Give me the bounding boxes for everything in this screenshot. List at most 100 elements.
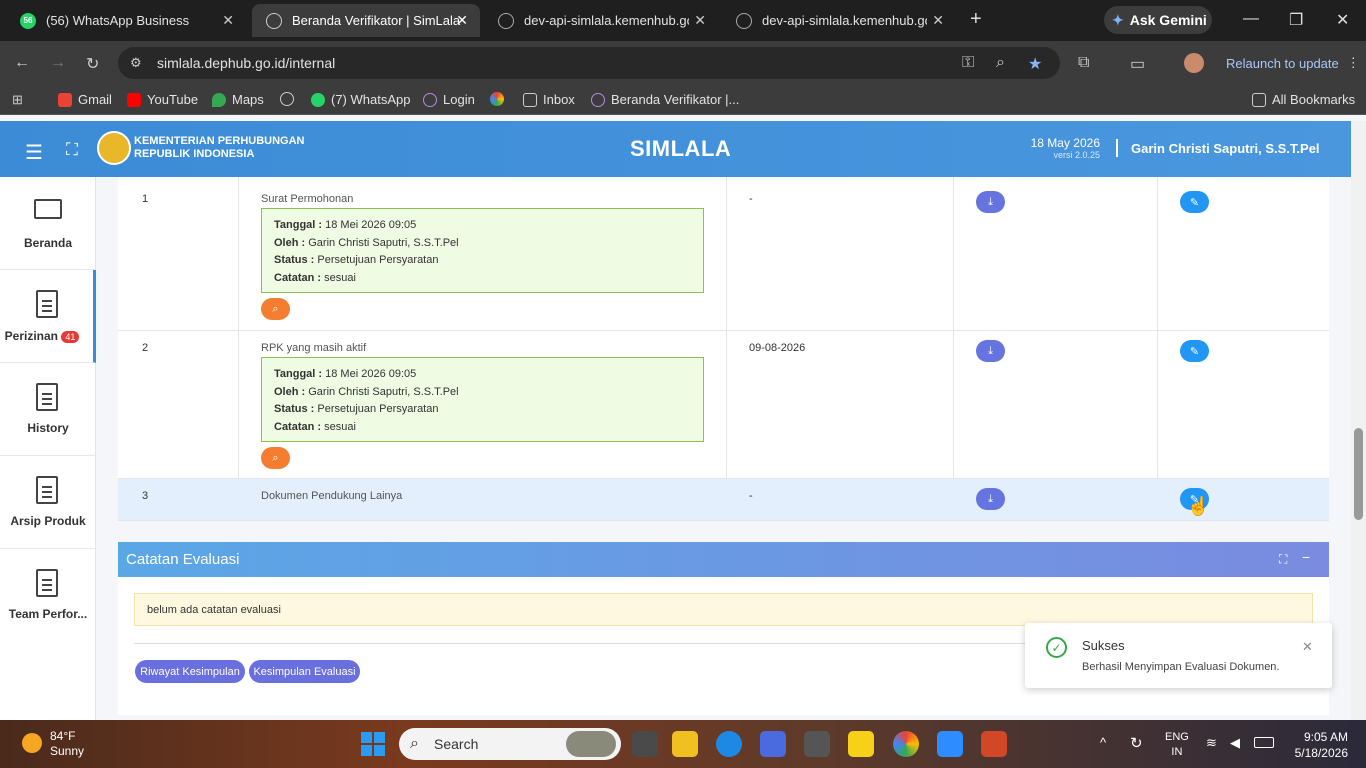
- edit-button[interactable]: ✎: [1180, 191, 1209, 213]
- view-detail-button[interactable]: ⌕: [261, 447, 290, 469]
- sidebar-item-label: Arsip Produk: [10, 514, 86, 528]
- bookmark-beranda[interactable]: Beranda Verifikator |...: [591, 92, 739, 107]
- download-button[interactable]: ⤓: [976, 191, 1005, 213]
- all-bookmarks[interactable]: All Bookmarks: [1252, 92, 1355, 107]
- tab-whatsapp[interactable]: 56 (56) WhatsApp Business ✕: [6, 4, 246, 37]
- chrome-icon[interactable]: [893, 731, 919, 757]
- key-icon[interactable]: ⚿: [962, 54, 974, 72]
- star-icon[interactable]: ★: [1028, 54, 1042, 74]
- kesimpulan-evaluasi-button[interactable]: Kesimpulan Evaluasi: [249, 660, 360, 683]
- globe-icon: [736, 12, 752, 29]
- edit-icon: ✎: [1189, 196, 1200, 209]
- bookmark-label: Inbox: [543, 92, 575, 107]
- org-line-2: REPUBLIK INDONESIA: [134, 147, 255, 160]
- sticky-notes-icon[interactable]: [848, 731, 874, 757]
- avatar[interactable]: [1184, 53, 1204, 73]
- powerpoint-icon[interactable]: [981, 731, 1007, 757]
- apps-icon[interactable]: ⊞: [12, 92, 23, 108]
- zoom-icon[interactable]: ⌕: [996, 54, 1005, 72]
- menu-icon[interactable]: ☰: [25, 140, 43, 165]
- header-user[interactable]: Garin Christi Saputri, S.S.T.Pel: [1131, 141, 1320, 156]
- sidebar-item-beranda[interactable]: Beranda: [0, 177, 96, 270]
- close-icon[interactable]: ✕: [694, 12, 706, 29]
- sidebar-item-history[interactable]: History: [0, 363, 96, 456]
- chevron-up-icon[interactable]: ^: [1100, 735, 1106, 750]
- task-view-icon[interactable]: [632, 731, 658, 757]
- copilot-icon[interactable]: [760, 731, 786, 757]
- document-icon: [36, 476, 58, 504]
- bookmark-photos[interactable]: [490, 92, 504, 106]
- close-icon[interactable]: ✕: [456, 12, 468, 29]
- monitor-icon: [34, 199, 62, 219]
- ask-gemini-button[interactable]: ✦ Ask Gemini: [1104, 6, 1212, 34]
- document-icon: [36, 569, 58, 597]
- label-status: Status :: [274, 254, 315, 266]
- document-date: -: [749, 193, 753, 205]
- sidebar-item-perizinan[interactable]: Perizinan 41: [0, 270, 96, 363]
- collapse-icon[interactable]: −: [1302, 549, 1310, 565]
- camera-icon[interactable]: [804, 731, 830, 757]
- lang-primary: ENG: [1165, 731, 1189, 743]
- youtube-icon: [127, 92, 141, 107]
- bookmark-whatsapp[interactable]: (7) WhatsApp: [311, 92, 410, 107]
- bookmark-label: YouTube: [147, 92, 199, 107]
- language-indicator[interactable]: ENG IN: [1165, 730, 1189, 760]
- expand-icon[interactable]: ⛶: [1279, 552, 1287, 567]
- lang-secondary: IN: [1171, 746, 1183, 758]
- weather-widget[interactable]: 84°F Sunny: [50, 729, 84, 759]
- back-icon[interactable]: ←: [14, 54, 30, 72]
- toast-title: Sukses: [1082, 638, 1125, 653]
- close-icon[interactable]: ✕: [222, 12, 234, 29]
- bookmark-inbox[interactable]: Inbox: [523, 92, 575, 107]
- site-info-icon[interactable]: ⚙: [130, 55, 142, 71]
- new-tab-icon[interactable]: +: [970, 8, 982, 31]
- fullscreen-icon[interactable]: ⛶: [66, 140, 78, 160]
- tab-dev-api-1[interactable]: dev-api-simlala.kemenhub.go.id ✕: [484, 4, 718, 37]
- file-explorer-icon[interactable]: [672, 731, 698, 757]
- extensions-icon[interactable]: ⧉: [1078, 54, 1089, 72]
- relaunch-button[interactable]: Relaunch to update ⋮: [1216, 47, 1360, 79]
- restore-icon[interactable]: ❐: [1289, 10, 1303, 30]
- sidebar-item-team-performance[interactable]: Team Perfor...: [0, 549, 96, 642]
- label-catatan: Catatan :: [274, 271, 322, 284]
- riwayat-kesimpulan-button[interactable]: Riwayat Kesimpulan: [135, 660, 245, 683]
- scrollbar-thumb[interactable]: [1354, 428, 1363, 520]
- page-scrollbar[interactable]: [1351, 121, 1366, 720]
- bookmark-globe[interactable]: [280, 92, 294, 106]
- value-catatan: sesuai: [324, 420, 356, 433]
- battery-icon[interactable]: [1254, 737, 1274, 748]
- address-bar[interactable]: simlala.dephub.go.id/internal: [118, 47, 1060, 79]
- forward-icon[interactable]: →: [50, 54, 66, 72]
- reload-icon[interactable]: ↻: [86, 54, 99, 74]
- download-icon: ⤓: [988, 344, 993, 357]
- edge-icon[interactable]: [716, 731, 742, 757]
- bookmark-gmail[interactable]: Gmail: [58, 92, 112, 107]
- edit-button[interactable]: ✎: [1180, 340, 1209, 362]
- cast-icon[interactable]: ▭: [1130, 54, 1145, 74]
- sidebar-item-arsip-produk[interactable]: Arsip Produk: [0, 456, 96, 549]
- tab-simlala[interactable]: Beranda Verifikator | SimLala ✕: [252, 4, 480, 37]
- search-highlight-image: [566, 731, 616, 757]
- volume-icon[interactable]: ◀: [1230, 735, 1240, 751]
- close-icon[interactable]: ✕: [932, 12, 944, 29]
- clock[interactable]: 9:05 AM 5/18/2026: [1290, 729, 1348, 761]
- close-icon[interactable]: ✕: [1302, 639, 1313, 655]
- bookmark-login[interactable]: Login: [423, 92, 475, 107]
- download-button[interactable]: ⤓: [976, 488, 1005, 510]
- value-oleh: Garin Christi Saputri, S.S.T.Pel: [308, 385, 459, 398]
- tab-label: Beranda Verifikator | SimLala: [292, 13, 461, 28]
- close-window-icon[interactable]: ✕: [1336, 10, 1349, 30]
- sidebar-item-label: Perizinan: [4, 329, 58, 343]
- download-button[interactable]: ⤓: [976, 340, 1005, 362]
- view-detail-button[interactable]: ⌕: [261, 298, 290, 320]
- bookmark-youtube[interactable]: YouTube: [127, 92, 198, 107]
- wifi-icon[interactable]: ≋: [1206, 735, 1217, 751]
- zoom-app-icon[interactable]: [937, 731, 963, 757]
- bookmark-maps[interactable]: Maps: [212, 92, 264, 107]
- windows-start-icon[interactable]: [361, 732, 385, 756]
- minimize-icon[interactable]: —: [1243, 10, 1259, 28]
- tab-dev-api-2[interactable]: dev-api-simlala.kemenhub.go.id ✕: [722, 4, 956, 37]
- sync-icon[interactable]: ↻: [1130, 734, 1143, 752]
- gemini-icon: ✦: [1112, 11, 1124, 28]
- tab-label: dev-api-simlala.kemenhub.go.id: [762, 13, 927, 28]
